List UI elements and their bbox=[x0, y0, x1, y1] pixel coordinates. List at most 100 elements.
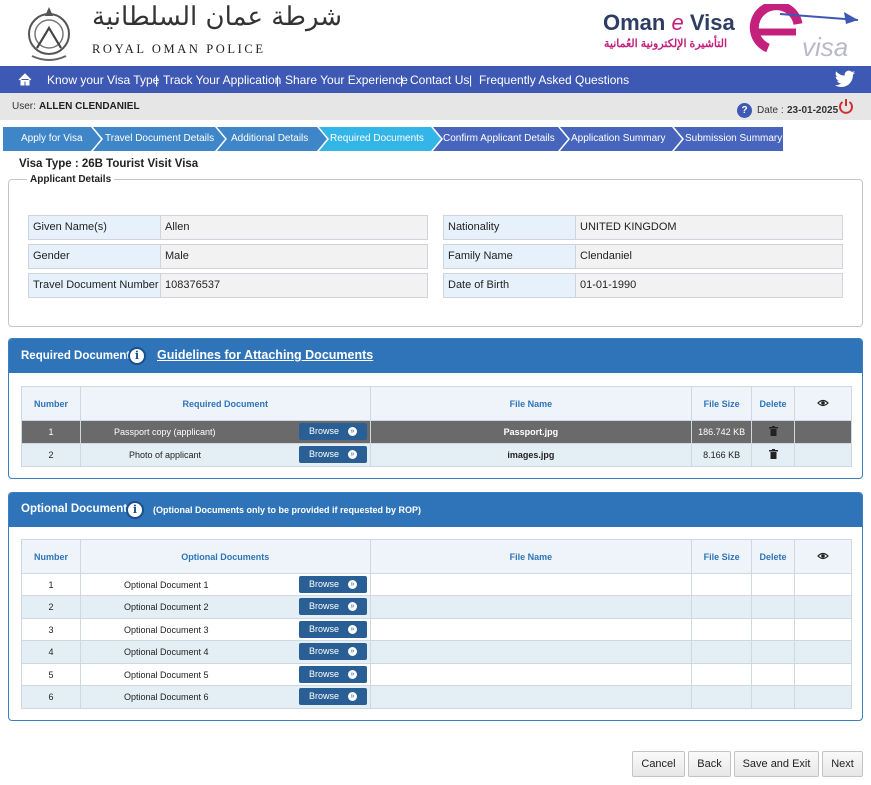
browse-label: Browse bbox=[308, 669, 339, 679]
nationality-label: Nationality bbox=[443, 215, 576, 240]
col-delete: Delete bbox=[751, 539, 796, 574]
arrow-icon: » bbox=[347, 602, 357, 611]
arrow-icon: » bbox=[347, 580, 357, 589]
row-delete-cell bbox=[751, 618, 796, 641]
browse-label: Browse bbox=[308, 449, 339, 459]
row-document-cell: Optional Document 5 Browse » bbox=[79, 663, 371, 686]
row-document: Optional Document 1 bbox=[123, 579, 209, 590]
row-file-name bbox=[369, 595, 693, 619]
arrow-icon: » bbox=[347, 647, 357, 656]
row-view-cell bbox=[794, 685, 852, 709]
browse-button[interactable]: Browse » bbox=[298, 423, 367, 440]
nav-track-application[interactable]: Track Your Application bbox=[163, 73, 281, 87]
guidelines-link[interactable]: Guidelines for Attaching Documents bbox=[157, 348, 373, 362]
help-icon[interactable]: ? bbox=[737, 103, 752, 118]
table-row: 1 Optional Document 1 Browse » bbox=[21, 573, 852, 596]
step-travel-document-details[interactable]: Travel Document Details bbox=[89, 127, 214, 151]
row-view-cell bbox=[794, 595, 852, 619]
table-row: 3 Optional Document 3 Browse » bbox=[21, 618, 852, 641]
home-icon[interactable] bbox=[18, 73, 32, 86]
evisa-title-visa: Visa bbox=[683, 10, 735, 35]
step-additional-details[interactable]: Additional Details bbox=[215, 127, 308, 151]
col-view bbox=[794, 386, 852, 421]
browse-button[interactable]: Browse » bbox=[298, 643, 367, 660]
arrow-icon: » bbox=[347, 670, 357, 679]
power-icon[interactable] bbox=[838, 98, 854, 114]
next-button[interactable]: Next bbox=[822, 751, 863, 777]
given-name-label: Given Name(s) bbox=[28, 215, 161, 240]
evisa-logo-text: visa bbox=[802, 32, 848, 62]
row-file-size bbox=[691, 640, 753, 664]
row-file-name bbox=[369, 663, 693, 686]
nav-contact-us[interactable]: Contact Us bbox=[410, 73, 469, 87]
browse-button[interactable]: Browse » bbox=[298, 666, 367, 683]
header: شرطة عمان السلطانية ROYAL OMAN POLICE Om… bbox=[0, 0, 871, 66]
trash-icon[interactable] bbox=[768, 449, 778, 459]
table-row: 5 Optional Document 5 Browse » bbox=[21, 663, 852, 686]
row-view-cell bbox=[794, 618, 852, 641]
date-of-birth-label: Date of Birth bbox=[443, 273, 576, 298]
row-delete-cell bbox=[751, 573, 796, 596]
step-confirm-applicant-details: Confirm Applicant Details bbox=[443, 133, 555, 144]
browse-label: Browse bbox=[308, 579, 339, 589]
row-number: 2 bbox=[21, 595, 81, 619]
row-number: 6 bbox=[21, 685, 81, 709]
main-nav: Know your Visa Type | Track Your Applica… bbox=[0, 66, 871, 93]
save-and-exit-button[interactable]: Save and Exit bbox=[734, 751, 819, 777]
row-file-name[interactable]: Passport.jpg bbox=[369, 420, 693, 444]
row-file-name bbox=[369, 685, 693, 709]
step-application-summary: Application Summary bbox=[571, 133, 666, 144]
nav-faq[interactable]: Frequently Asked Questions bbox=[479, 73, 629, 87]
row-file-name bbox=[369, 640, 693, 664]
evisa-title-oman: Oman bbox=[603, 10, 672, 35]
row-number: 4 bbox=[21, 640, 81, 664]
arrow-icon: » bbox=[347, 427, 357, 436]
arrow-icon: » bbox=[347, 625, 357, 634]
row-number: 2 bbox=[21, 443, 81, 467]
twitter-icon[interactable] bbox=[834, 70, 856, 89]
browse-button[interactable]: Browse » bbox=[298, 446, 367, 463]
date-label: Date : bbox=[757, 105, 784, 116]
row-file-size bbox=[691, 595, 753, 619]
arrow-icon: » bbox=[347, 692, 357, 701]
gender-label: Gender bbox=[28, 244, 161, 269]
table-row: 2 Photo of applicant Browse » images.jpg 8… bbox=[21, 443, 852, 467]
row-file-size bbox=[691, 685, 753, 709]
col-required-document: Required Document bbox=[79, 386, 371, 421]
table-row: 4 Optional Document 4 Browse » bbox=[21, 640, 852, 664]
evisa-arabic-title: التأشيرة الإلكترونية العُمانية bbox=[604, 38, 727, 50]
trash-icon[interactable] bbox=[768, 426, 778, 436]
nav-separator: | bbox=[155, 73, 159, 87]
browse-button[interactable]: Browse » bbox=[298, 621, 367, 638]
browse-button[interactable]: Browse » bbox=[298, 688, 367, 705]
row-file-name[interactable]: images.jpg bbox=[369, 443, 693, 467]
row-view-cell bbox=[794, 420, 852, 444]
rop-arabic-title: شرطة عمان السلطانية bbox=[92, 2, 343, 32]
row-view-cell bbox=[794, 443, 852, 467]
table-header-row: Number Optional Documents File Name File… bbox=[21, 539, 852, 574]
row-file-size bbox=[691, 573, 753, 596]
step-required-documents[interactable]: Required Documents bbox=[314, 127, 424, 151]
row-delete-cell bbox=[751, 420, 796, 444]
browse-button[interactable]: Browse » bbox=[298, 576, 367, 593]
nationality-value: UNITED KINGDOM bbox=[575, 215, 843, 240]
col-file-name: File Name bbox=[369, 386, 693, 421]
back-button[interactable]: Back bbox=[688, 751, 731, 777]
date-of-birth-value: 01-01-1990 bbox=[575, 273, 843, 298]
info-icon[interactable]: i bbox=[128, 347, 146, 365]
nav-share-experience[interactable]: Share Your Experience bbox=[285, 73, 408, 87]
row-document: Optional Document 6 bbox=[123, 692, 209, 702]
travel-doc-number-label: Travel Document Number bbox=[28, 273, 161, 298]
rop-english-title: ROYAL OMAN POLICE bbox=[92, 42, 266, 56]
row-view-cell bbox=[794, 663, 852, 686]
step-apply-for-visa[interactable]: Apply for Visa bbox=[5, 127, 83, 151]
visa-type: Visa Type : 26B Tourist Visit Visa bbox=[19, 158, 199, 170]
travel-doc-number-value: 108376537 bbox=[160, 273, 428, 298]
row-document: Optional Document 5 bbox=[123, 669, 209, 680]
browse-button[interactable]: Browse » bbox=[298, 598, 367, 615]
info-icon[interactable]: i bbox=[126, 501, 144, 519]
browse-label: Browse bbox=[308, 426, 339, 436]
table-row: 2 Optional Document 2 Browse » bbox=[21, 595, 852, 619]
nav-know-visa-type[interactable]: Know your Visa Type bbox=[47, 73, 159, 87]
cancel-button[interactable]: Cancel bbox=[632, 751, 685, 777]
